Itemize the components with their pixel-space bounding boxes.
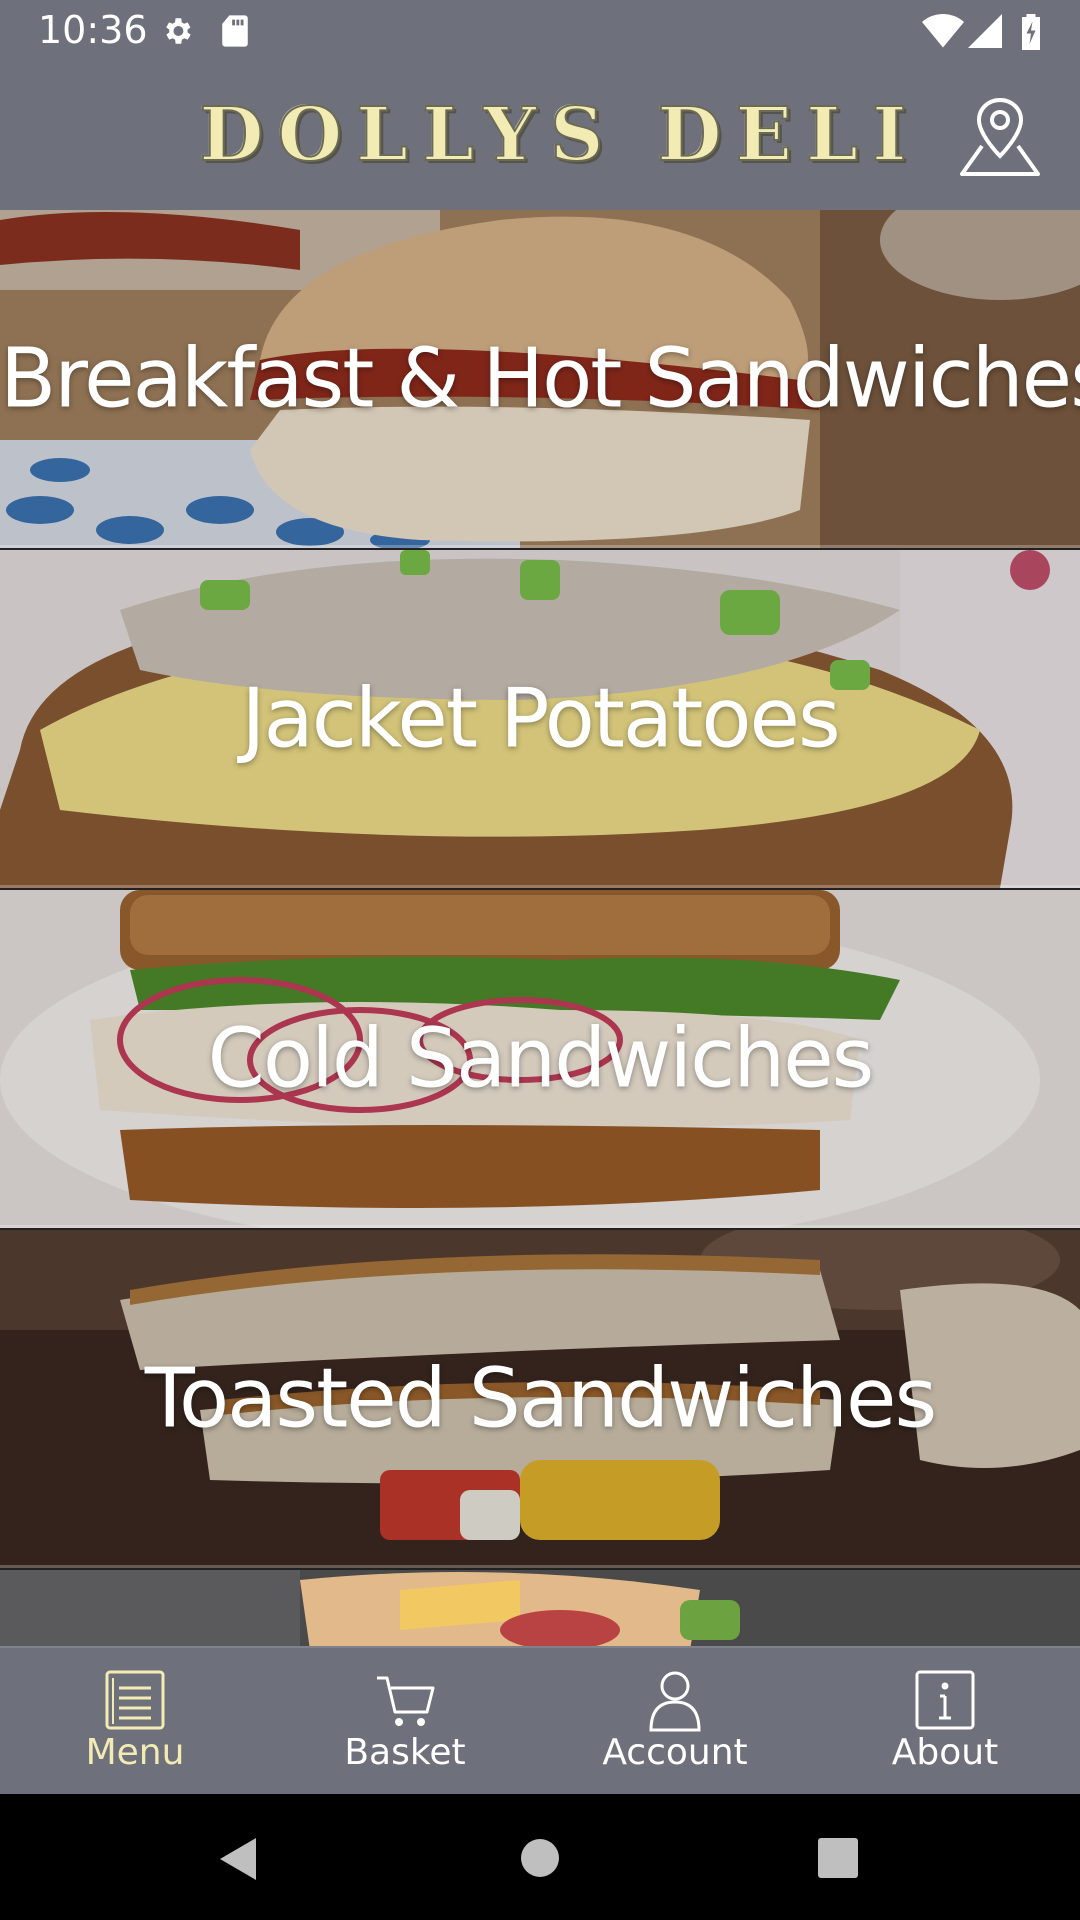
category-cold-sandwiches[interactable]: Cold Sandwiches [0, 890, 1080, 1228]
category-breakfast-hot-sandwiches[interactable]: Breakfast & Hot Sandwiches [0, 210, 1080, 548]
divider [0, 1565, 1080, 1568]
status-time: 10:36 [38, 8, 148, 52]
category-jacket-potatoes[interactable]: Jacket Potatoes [0, 550, 1080, 888]
app-header: DOLLYS DELI [0, 62, 1080, 210]
status-bar: 10:36 [0, 0, 1080, 62]
nav-menu[interactable]: Menu [0, 1648, 270, 1796]
sub-sandwich-image [0, 1570, 1080, 1646]
recents-icon[interactable] [818, 1838, 858, 1878]
category-label: Toasted Sandwiches [144, 1351, 937, 1447]
basket-icon [377, 1676, 435, 1726]
nav-basket[interactable]: Basket [270, 1648, 540, 1796]
app-screen: 10:36 DOLLYS DELI Breakfast & Hot Sandwi… [0, 0, 1080, 1920]
battery-icon [1022, 14, 1040, 50]
category-label: Breakfast & Hot Sandwiches [0, 331, 1080, 427]
nav-about[interactable]: About [810, 1648, 1080, 1796]
nav-basket-label: Basket [344, 1732, 466, 1773]
nav-menu-label: Menu [85, 1732, 185, 1773]
wifi-icon [922, 14, 964, 48]
store-location-icon[interactable] [958, 94, 1042, 178]
divider [0, 545, 1080, 548]
info-icon [915, 1670, 975, 1730]
system-nav-bar [0, 1794, 1080, 1920]
home-icon[interactable] [520, 1838, 560, 1878]
category-label: Jacket Potatoes [241, 671, 840, 767]
category-next-partial[interactable] [0, 1570, 1080, 1646]
category-list[interactable]: Breakfast & Hot Sandwiches Jacket Potato… [0, 210, 1080, 1646]
sd-card-icon [222, 15, 248, 47]
account-icon [649, 1671, 701, 1732]
cell-signal-icon [968, 14, 1002, 48]
nav-account-label: Account [602, 1732, 748, 1773]
bottom-nav-bar: Menu Basket Account About [0, 1646, 1080, 1796]
category-toasted-sandwiches[interactable]: Toasted Sandwiches [0, 1230, 1080, 1568]
category-label: Cold Sandwiches [207, 1011, 875, 1107]
menu-list-icon [105, 1670, 165, 1730]
nav-account[interactable]: Account [540, 1648, 810, 1796]
divider [0, 885, 1080, 888]
settings-gear-icon [166, 18, 191, 44]
back-icon[interactable] [216, 1836, 260, 1882]
dollys-deli-logo: DOLLYS DELI [198, 91, 921, 179]
divider [0, 1225, 1080, 1228]
nav-about-label: About [891, 1732, 999, 1773]
